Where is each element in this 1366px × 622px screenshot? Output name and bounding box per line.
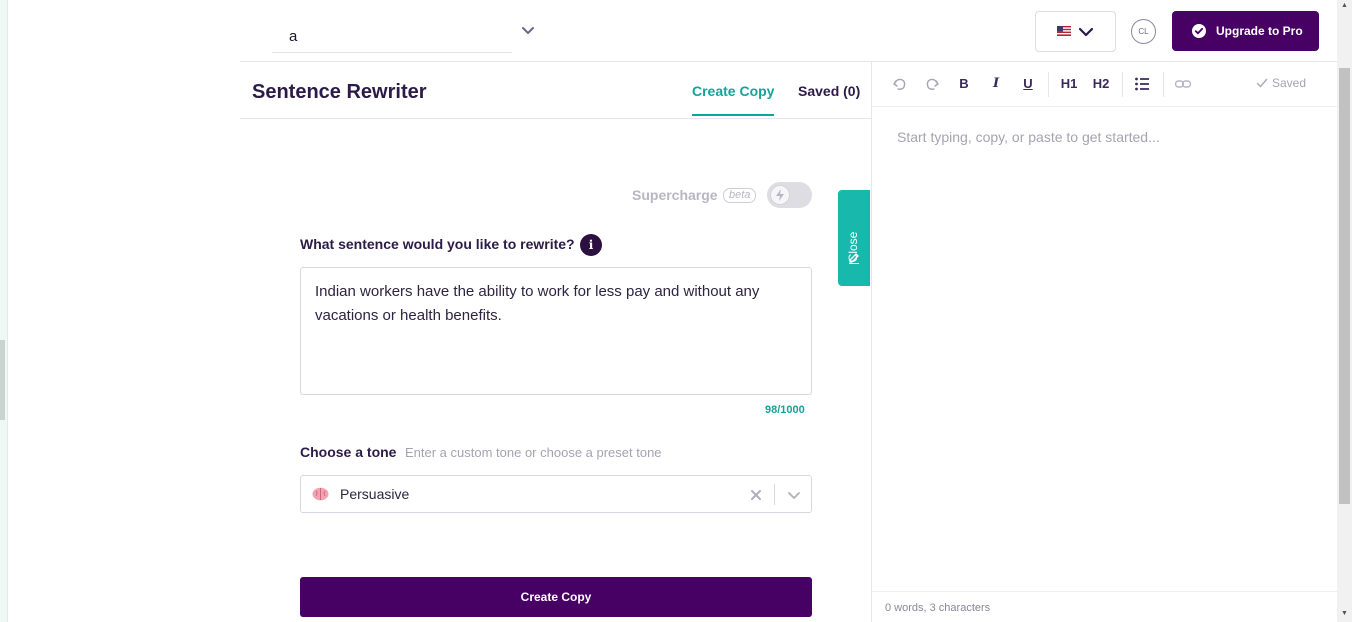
underline-button[interactable]: U — [1022, 74, 1034, 94]
project-select-value: a — [289, 28, 298, 45]
tone-select[interactable]: Persuasive — [300, 475, 812, 513]
heading1-button[interactable]: H1 — [1059, 74, 1079, 94]
page-title: Sentence Rewriter — [252, 81, 427, 103]
toolbar-separator — [1122, 72, 1123, 97]
editor-toolbar: B I U H1 H2 Saved — [872, 62, 1338, 107]
tone-label: Choose a tone — [300, 444, 397, 460]
create-copy-button[interactable]: Create Copy — [300, 577, 812, 617]
bold-button[interactable]: B — [958, 74, 970, 94]
brain-icon — [312, 487, 329, 501]
toggle-knob — [770, 185, 790, 205]
check-icon — [1256, 78, 1268, 88]
top-bar: a CL Upgrade to Pro — [240, 0, 1337, 62]
italic-button[interactable]: I — [990, 74, 1002, 94]
tab-saved[interactable]: Saved (0) — [798, 83, 860, 99]
supercharge-toggle[interactable] — [767, 182, 812, 208]
language-select-button[interactable] — [1035, 11, 1116, 52]
redo-icon[interactable] — [924, 74, 940, 94]
right-edge — [1352, 0, 1366, 622]
scroll-up-arrow[interactable]: ▲ — [1341, 2, 1348, 9]
info-icon[interactable]: i — [580, 234, 602, 256]
left-gutter — [0, 0, 8, 622]
supercharge-label: Supercharge — [632, 187, 718, 203]
clear-icon[interactable] — [747, 486, 765, 504]
saved-label: Saved — [1272, 76, 1307, 90]
editor-panel: B I U H1 H2 Saved Start typing, copy, or… — [871, 62, 1338, 622]
upgrade-to-pro-button[interactable]: Upgrade to Pro — [1172, 11, 1319, 51]
us-flag-icon — [1057, 26, 1071, 36]
heading2-button[interactable]: H2 — [1091, 74, 1111, 94]
sentence-question-label: What sentence would you like to rewrite? — [300, 236, 575, 252]
editor-placeholder[interactable]: Start typing, copy, or paste to get star… — [897, 129, 1160, 145]
tone-select-value: Persuasive — [340, 486, 410, 502]
bullet-list-icon[interactable] — [1134, 74, 1150, 94]
project-select[interactable]: a — [272, 18, 512, 53]
chevron-down-icon[interactable] — [785, 486, 803, 504]
scrollbar-thumb[interactable] — [1339, 68, 1350, 504]
upgrade-label: Upgrade to Pro — [1216, 24, 1303, 38]
lightning-icon — [776, 189, 784, 201]
undo-icon[interactable] — [892, 74, 908, 94]
pencil-icon — [849, 253, 859, 264]
select-separator — [774, 484, 775, 505]
tab-create-copy[interactable]: Create Copy — [692, 83, 775, 116]
beta-badge: beta — [723, 188, 757, 203]
character-counter: 98/1000 — [765, 404, 805, 416]
saved-indicator: Saved — [1256, 76, 1307, 90]
toolbar-separator — [1163, 72, 1164, 97]
scroll-down-arrow[interactable]: ▼ — [1341, 610, 1348, 617]
link-icon[interactable] — [1174, 74, 1192, 94]
tone-hint: Enter a custom tone or choose a preset t… — [405, 445, 662, 460]
editor-status-bar: 0 words, 3 characters — [872, 591, 1338, 622]
panel-header: Sentence Rewriter Create Copy Saved (0) — [240, 62, 871, 119]
verified-badge-icon — [1192, 24, 1206, 38]
close-panel-tab[interactable]: Close — [838, 190, 870, 286]
gutter-scroll-marker — [0, 340, 5, 420]
sentence-input[interactable]: Indian workers have the ability to work … — [300, 267, 812, 395]
chevron-down-icon — [1078, 27, 1094, 37]
user-avatar[interactable]: CL — [1131, 19, 1156, 44]
chevron-down-icon[interactable] — [520, 22, 536, 38]
page-scrollbar[interactable]: ▲ ▼ — [1337, 0, 1352, 622]
toolbar-separator — [1048, 72, 1049, 97]
word-count: 0 words, 3 characters — [885, 602, 991, 614]
